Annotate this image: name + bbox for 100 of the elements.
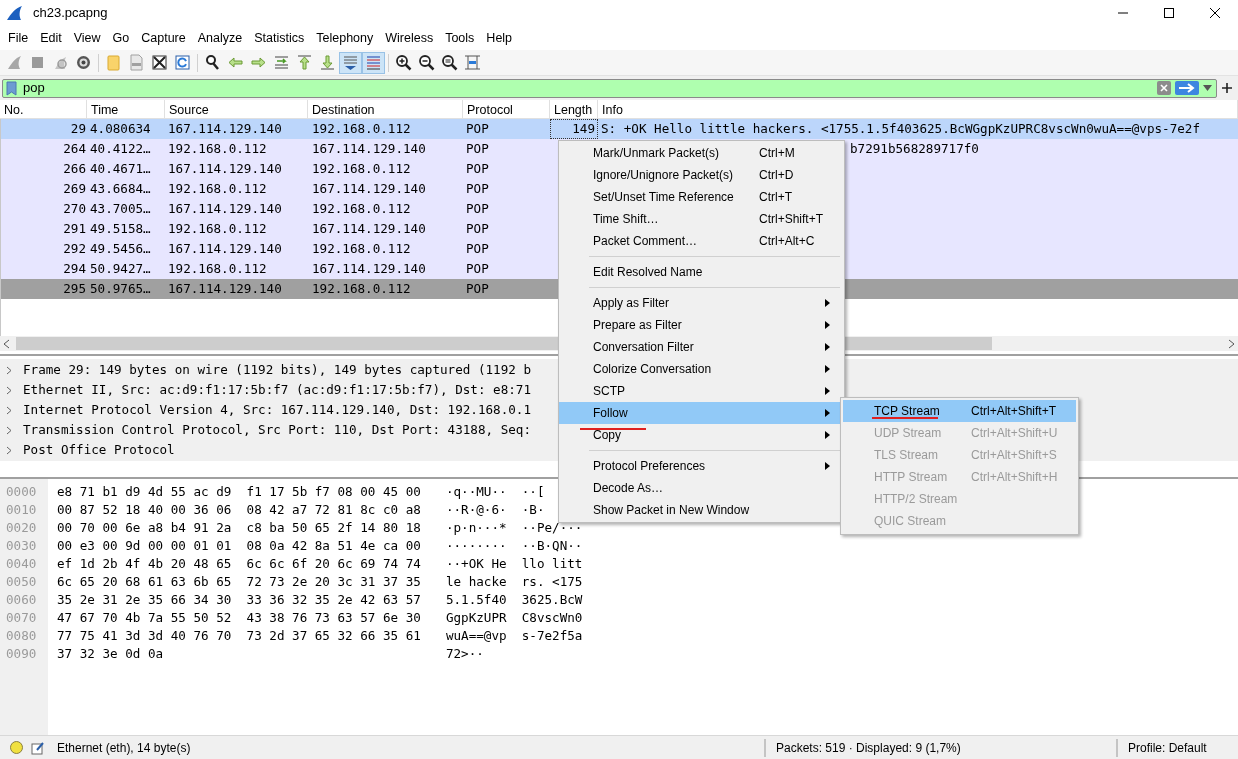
line-number: 0050	[5, 573, 38, 591]
ascii-text: ··+OK He llo litt	[445, 555, 583, 573]
ascii-text: ·q··MU·· ··[	[445, 483, 546, 501]
menu-item-label: Colorize Conversation	[593, 361, 713, 378]
ascii-text: 72>··	[445, 645, 485, 663]
table-cell-text: 49.5158…	[89, 219, 152, 238]
table-cell-text: POP	[465, 199, 490, 218]
table-cell-text: 192.168.0.112	[167, 139, 268, 158]
shortcut-label: Ctrl+Shift+T	[759, 211, 824, 228]
packets-count: Packets: 519 · Displayed: 9 (1,7%)	[776, 739, 962, 757]
table-cell-text: 43.7005…	[89, 199, 152, 218]
table-cell-text: POP	[465, 159, 490, 178]
menu-item-label: Prepare as Filter	[593, 317, 683, 334]
ascii-text: wuA==@vp s-7e2f5a	[445, 627, 583, 645]
table-cell-text: 167.114.129.140	[167, 119, 283, 138]
table-cell-text: 192.168.0.112	[167, 179, 268, 198]
hex-bytes: e8 71 b1 d9 4d 55 ac d9 f1 17 5b f7 08 00 45 00	[57, 483, 421, 501]
menu-item-label: Packet Comment…	[593, 233, 699, 250]
table-cell-text: 269	[62, 179, 87, 198]
menu-item-label: HTTP/2 Stream	[874, 491, 959, 508]
menu-item-label: Decode As…	[593, 480, 665, 497]
line-number: 0010	[5, 501, 38, 519]
shortcut-label: Ctrl+Alt+Shift+S	[971, 447, 1057, 464]
menu-item-label: Follow	[593, 405, 629, 422]
table-cell-text: 264	[62, 139, 87, 158]
menu-item-label: Apply as Filter	[593, 295, 671, 312]
table-cell-text: POP	[465, 259, 490, 278]
line-number: 0020	[5, 519, 38, 537]
hex-bytes: 6c 65 20 68 61 63 6b 65 72 73 2e 20 3c 31 37 35	[57, 573, 421, 591]
ascii-text: ········ ··B·QN··	[445, 537, 583, 555]
table-cell-text: b7291b568289717f0	[850, 139, 979, 158]
table-cell-text: 192.168.0.112	[311, 239, 412, 258]
table-cell-text: 167.114.129.140	[167, 239, 283, 258]
table-cell-text: POP	[465, 279, 490, 298]
menu-item-label: TCP Stream	[874, 403, 941, 420]
hex-bytes: 47 67 70 4b 7a 55 50 52 43 38 76 73 63 57 6e 30	[57, 609, 421, 627]
hex-bytes: 00 87 52 18 40 00 36 06 08 42 a7 72 81 8c c0 a8	[57, 501, 421, 519]
window-title: ch23.pcapng	[33, 4, 108, 23]
menu-item-label: Mark/Unmark Packet(s)	[593, 145, 721, 162]
menu-item-label: Time Shift…	[593, 211, 660, 228]
shortcut-label: Ctrl+Alt+Shift+H	[971, 469, 1058, 486]
hex-bytes: 37 32 3e 0d 0a	[57, 645, 165, 663]
table-cell-text: POP	[465, 219, 490, 238]
shortcut-label: Ctrl+Alt+Shift+T	[971, 403, 1057, 420]
table-cell-text: 167.114.129.140	[311, 259, 427, 278]
table-cell-text: 192.168.0.112	[167, 259, 268, 278]
table-cell-text: 192.168.0.112	[167, 219, 268, 238]
table-cell-text: POP	[465, 119, 490, 138]
table-cell-text: 292	[62, 239, 87, 258]
line-number: 0070	[5, 609, 38, 627]
shortcut-label: Ctrl+T	[759, 189, 792, 206]
menu-item-label: QUIC Stream	[874, 513, 947, 530]
ascii-text: ·p·n···* ··Pe/···	[445, 519, 583, 537]
filter-text: pop	[23, 79, 45, 98]
table-cell-text: 270	[62, 199, 87, 218]
hex-bytes: ef 1d 2b 4f 4b 20 48 65 6c 6c 6f 20 6c 69 74 74	[57, 555, 421, 573]
table-cell-text: 50.9427…	[89, 259, 152, 278]
table-cell-text: 167.114.129.140	[167, 199, 283, 218]
shortcut-label: Ctrl+D	[759, 167, 794, 184]
profile-label: Profile: Default	[1128, 739, 1208, 757]
shortcut-label: Ctrl+Alt+Shift+U	[971, 425, 1058, 442]
menu-item-label: SCTP	[593, 383, 626, 400]
status-text: Ethernet (eth), 14 byte(s)	[57, 739, 191, 757]
table-cell-text: 167.114.129.140	[167, 159, 283, 178]
table-cell-text: 167.114.129.140	[311, 219, 427, 238]
table-cell-text: 167.114.129.140	[167, 279, 283, 298]
menu-item-label: Edit Resolved Name	[593, 264, 704, 281]
hex-bytes: 35 2e 31 2e 35 66 34 30 33 36 32 35 2e 42 63 57	[57, 591, 421, 609]
table-cell-text: 291	[62, 219, 87, 238]
menu-item-label: Conversation Filter	[593, 339, 695, 356]
ascii-text: ··R·@·6· ·B·	[445, 501, 546, 519]
shortcut-label: Ctrl+Alt+C	[759, 233, 815, 250]
table-cell-text: S: +OK Hello little hackers. <1755.1.5f403625.BcWGgpKzUPRC8vscWn0wuA==@vps-7e2f	[600, 119, 1200, 138]
table-cell-text: 40.4122…	[89, 139, 152, 158]
table-cell-text: 167.114.129.140	[311, 179, 427, 198]
menu-item-label: Copy	[593, 427, 622, 444]
hex-bytes: 77 75 41 3d 3d 40 76 70 73 2d 37 65 32 66 35 61	[57, 627, 421, 645]
menu-item-label: Protocol Preferences	[593, 458, 707, 475]
menu-item-label: HTTP Stream	[874, 469, 949, 486]
table-cell-text: 192.168.0.112	[311, 279, 412, 298]
ascii-text: GgpKzUPR C8vscWn0	[445, 609, 583, 627]
table-cell-text: 40.4671…	[89, 159, 152, 178]
hex-bytes: 00 e3 00 9d 00 00 01 01 08 0a 42 8a 51 4e ca 00	[57, 537, 421, 555]
line-number: 0030	[5, 537, 38, 555]
table-cell-text: POP	[465, 239, 490, 258]
menu-item-label: Show Packet in New Window	[593, 502, 751, 519]
line-number: 0060	[5, 591, 38, 609]
ascii-text: le hacke rs. <175	[445, 573, 583, 591]
line-number: 0090	[5, 645, 38, 663]
hex-bytes: 00 70 00 6e a8 b4 91 2a c8 ba 50 65 2f 14 80 18	[57, 519, 421, 537]
table-cell-text: 29	[69, 119, 87, 138]
table-cell-text: 294	[62, 259, 87, 278]
table-cell-text: 266	[62, 159, 87, 178]
table-cell-text: 192.168.0.112	[311, 199, 412, 218]
table-cell-text: 192.168.0.112	[311, 159, 412, 178]
line-number: 0080	[5, 627, 38, 645]
menu-item-label: Set/Unset Time Reference	[593, 189, 735, 206]
table-cell-text: 4.080634	[89, 119, 152, 138]
table-cell-text: 50.9765…	[89, 279, 152, 298]
table-cell-text: POP	[465, 139, 490, 158]
